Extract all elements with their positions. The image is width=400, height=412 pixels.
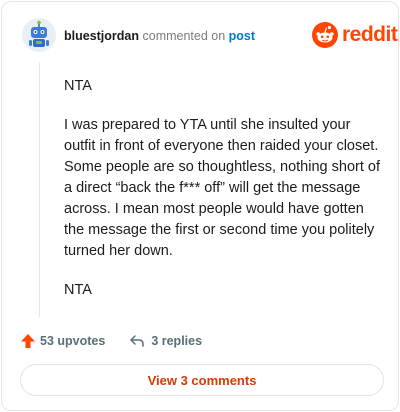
comment-body: NTA I was prepared to YTA until she insu… bbox=[64, 76, 382, 319]
comment-paragraph: NTA bbox=[64, 282, 92, 298]
reply-count: 3 replies bbox=[151, 334, 203, 348]
view-comments-label: View 3 comments bbox=[147, 372, 257, 388]
upvote-button[interactable]: 53 upvotes bbox=[20, 333, 105, 349]
reddit-snoo-icon bbox=[312, 22, 338, 48]
upvote-arrow-icon bbox=[21, 334, 35, 348]
view-comments-button[interactable]: View 3 comments bbox=[20, 364, 384, 396]
comment-paragraph: I was prepared to YTA until she insulted… bbox=[64, 117, 380, 259]
comment-card: bluestjordan commented on post reddit NT… bbox=[1, 1, 399, 411]
replies-button[interactable]: 3 replies bbox=[129, 334, 202, 348]
upvote-count: 53 upvotes bbox=[40, 334, 106, 348]
robot-avatar-icon[interactable] bbox=[22, 18, 56, 52]
thread-line[interactable] bbox=[39, 62, 40, 317]
reddit-logo[interactable]: reddit bbox=[312, 22, 398, 48]
comment-header: bluestjordan commented on post bbox=[64, 28, 255, 44]
username-link[interactable]: bluestjordan bbox=[64, 29, 139, 43]
reply-arrow-icon bbox=[130, 335, 145, 347]
reddit-wordmark: reddit bbox=[342, 23, 398, 46]
comment-actions: 53 upvotes 3 replies bbox=[20, 332, 202, 350]
comment-meta-text: commented on bbox=[139, 29, 229, 43]
comment-paragraph: NTA bbox=[64, 78, 92, 94]
post-link[interactable]: post bbox=[229, 29, 255, 43]
